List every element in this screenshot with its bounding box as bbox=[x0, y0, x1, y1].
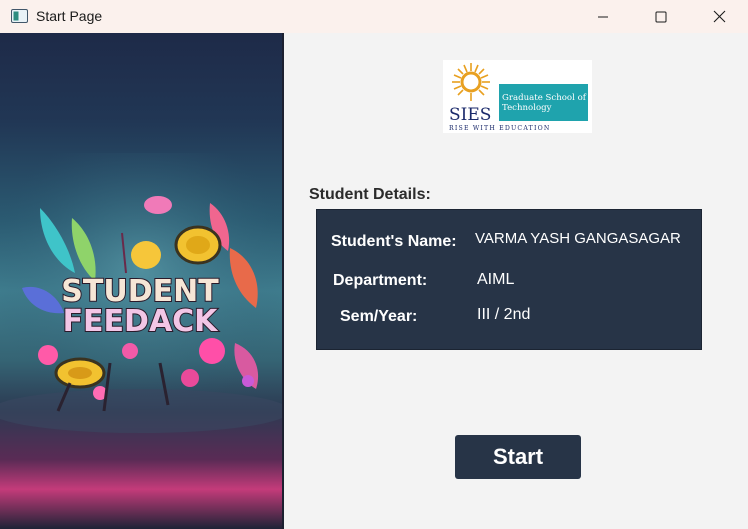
sies-logo-graphic: SIES Graduate School of Technology RISE … bbox=[449, 63, 588, 132]
sun-icon bbox=[452, 63, 490, 101]
sem-year-value: III / 2nd bbox=[477, 306, 531, 323]
logo-brand-text: SIES bbox=[449, 105, 491, 125]
logo-motto: RISE WITH EDUCATION bbox=[449, 125, 551, 132]
minimize-icon bbox=[598, 16, 608, 17]
close-button[interactable] bbox=[690, 0, 748, 33]
maximize-icon bbox=[655, 11, 667, 22]
sies-logo: SIES Graduate School of Technology RISE … bbox=[443, 60, 592, 133]
department-label: Department: bbox=[333, 272, 428, 289]
student-details-card: Student's Name: VARMA YASH GANGASAGAR De… bbox=[316, 209, 702, 350]
window-title: Start Page bbox=[36, 8, 103, 24]
poster-text-feedack: FEEDACK bbox=[63, 304, 220, 339]
panel-divider bbox=[282, 33, 284, 529]
start-page-window: Start Page STUDENT FEEDACK SIES Graduate… bbox=[0, 0, 748, 529]
department-value: AIML bbox=[477, 271, 515, 288]
poster-illustration: STUDENT FEEDACK bbox=[0, 153, 283, 433]
student-name-label: Student's Name: bbox=[331, 233, 457, 250]
title-bar[interactable]: Start Page bbox=[0, 0, 748, 33]
logo-tagline-line2: Technology bbox=[502, 103, 552, 113]
logo-tagline-line1: Graduate School of bbox=[502, 93, 587, 103]
minimize-button[interactable] bbox=[574, 0, 632, 33]
app-window-icon bbox=[11, 9, 28, 23]
student-details-heading: Student Details: bbox=[309, 186, 431, 203]
start-button[interactable]: Start bbox=[455, 435, 581, 479]
close-icon bbox=[713, 10, 725, 23]
student-feedback-poster: STUDENT FEEDACK bbox=[0, 33, 283, 529]
maximize-button[interactable] bbox=[632, 0, 690, 33]
sem-year-label: Sem/Year: bbox=[340, 308, 418, 325]
student-name-value: VARMA YASH GANGASAGAR bbox=[475, 230, 681, 247]
